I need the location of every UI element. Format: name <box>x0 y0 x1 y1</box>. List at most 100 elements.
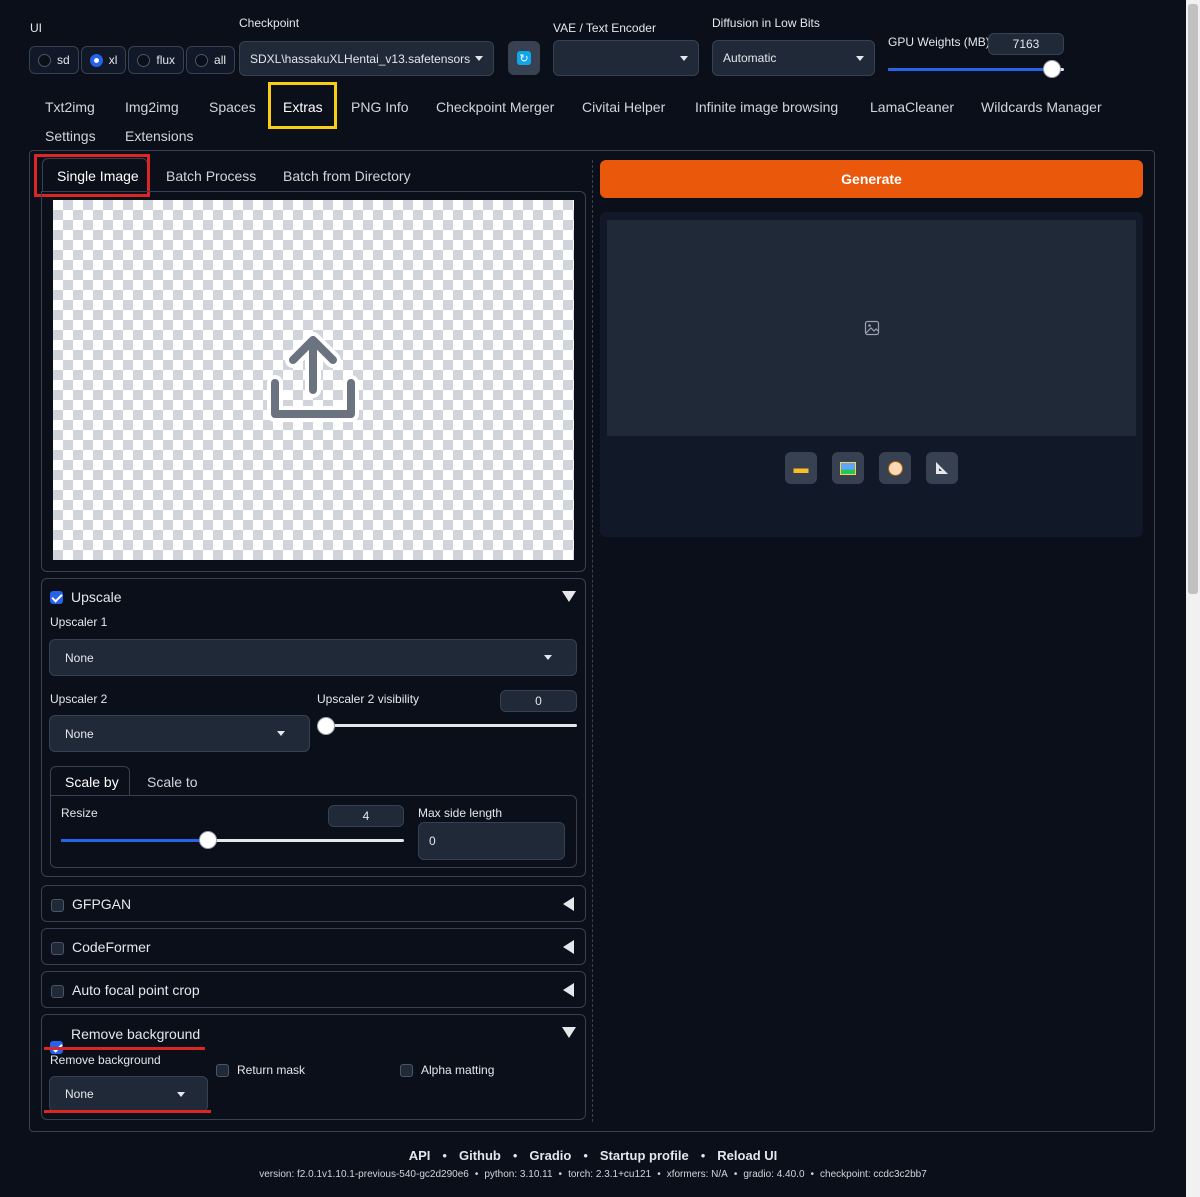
gradio-info: gradio: 4.40.0 <box>743 1169 805 1180</box>
radio-indicator <box>137 53 151 67</box>
tab-civitai-helper[interactable]: Civitai Helper <box>582 99 665 115</box>
folder-icon[interactable]: ▬ <box>785 452 817 484</box>
chevron-down-icon <box>475 56 483 61</box>
scrollbar-thumb[interactable] <box>1188 4 1198 594</box>
tab-png-info[interactable]: PNG Info <box>351 99 409 115</box>
subtab-batch-from-directory[interactable]: Batch from Directory <box>283 168 411 184</box>
remove-background-dropdown[interactable]: None <box>49 1076 208 1112</box>
gpu-weights-track[interactable] <box>888 68 1064 71</box>
expand-triangle-icon[interactable] <box>563 897 574 911</box>
footer-link-gradio[interactable]: Gradio <box>529 1148 571 1163</box>
gpu-weights-label: GPU Weights (MB) <box>888 35 990 49</box>
tab-img2img[interactable]: Img2img <box>125 99 179 115</box>
diffusion-value: Automatic <box>723 51 777 65</box>
gfpgan-checkbox[interactable] <box>51 899 64 912</box>
tab-wildcards-manager[interactable]: Wildcards Manager <box>981 99 1102 115</box>
checkpoint-label: Checkpoint <box>239 16 300 30</box>
red-underline <box>44 1110 211 1113</box>
upscaler2-visibility-label: Upscaler 2 visibility <box>317 692 420 706</box>
upscaler2-visibility-input[interactable]: 0 <box>500 690 577 712</box>
refresh-button[interactable]: ↻ <box>508 41 540 75</box>
upscaler2-visibility-slider-handle[interactable] <box>317 717 335 735</box>
footer-links: API • Github • Gradio • Startup profile … <box>0 1148 1186 1163</box>
upscaler1-dropdown[interactable]: None <box>49 639 577 676</box>
max-side-length-input[interactable]: 0 <box>418 822 565 860</box>
diffusion-dropdown[interactable]: Automatic <box>712 40 875 76</box>
ui-radio-xl[interactable]: xl <box>80 46 127 74</box>
output-gallery[interactable] <box>607 220 1136 436</box>
upload-icon <box>267 332 359 422</box>
radio-label: xl <box>108 53 118 67</box>
resize-track[interactable] <box>61 839 404 842</box>
gpu-weights-slider-handle[interactable] <box>1042 60 1061 78</box>
return-mask-label: Return mask <box>237 1063 306 1077</box>
footer-separator: • <box>512 1148 518 1163</box>
scrollbar[interactable] <box>1186 0 1200 1197</box>
gpu-weights-input[interactable]: 7163 <box>988 33 1064 55</box>
footer-link-github[interactable]: Github <box>459 1148 501 1163</box>
remove-background-value: None <box>65 1087 94 1101</box>
tab-scale-by[interactable]: Scale by <box>65 774 119 790</box>
expand-triangle-icon[interactable] <box>563 983 574 997</box>
image-dropzone[interactable] <box>53 200 574 560</box>
generate-button[interactable]: Generate <box>600 160 1143 198</box>
version-info: version: f2.0.1v1.10.1-previous-540-gc2d… <box>259 1169 469 1180</box>
refresh-icon: ↻ <box>517 51 531 65</box>
footer-versions: version: f2.0.1v1.10.1-previous-540-gc2d… <box>0 1169 1186 1180</box>
torch-info: torch: 2.3.1+cu121 <box>568 1169 652 1180</box>
gpu-weights-fill <box>888 68 1052 71</box>
upscaler2-dropdown[interactable]: None <box>49 715 310 752</box>
auto-focal-crop-title: Auto focal point crop <box>72 982 200 998</box>
tab-extensions[interactable]: Extensions <box>125 128 193 144</box>
xformers-info: xformers: N/A <box>666 1169 728 1180</box>
radio-label: sd <box>57 53 70 67</box>
footer-separator: • <box>733 1169 738 1180</box>
collapse-triangle-icon[interactable] <box>562 591 576 602</box>
ui-radio-all[interactable]: all <box>186 46 236 74</box>
radio-indicator <box>89 53 103 67</box>
upscaler2-label: Upscaler 2 <box>50 692 108 706</box>
checkpoint-dropdown[interactable]: SDXL\hassakuXLHentai_v13.safetensors <box>239 41 494 76</box>
chevron-down-icon <box>277 731 285 736</box>
alpha-matting-checkbox[interactable] <box>400 1064 413 1077</box>
upscale-checkbox[interactable] <box>50 591 63 604</box>
remove-background-dropdown-label: Remove background <box>50 1053 161 1067</box>
tab-spaces[interactable]: Spaces <box>209 99 256 115</box>
return-mask-checkbox[interactable] <box>216 1064 229 1077</box>
auto-focal-crop-checkbox[interactable] <box>51 985 64 998</box>
chevron-down-icon <box>544 655 552 660</box>
ui-radio-flux[interactable]: flux <box>128 46 185 74</box>
tab-scale-to[interactable]: Scale to <box>147 774 198 790</box>
vae-dropdown[interactable] <box>553 40 699 76</box>
footer-separator: • <box>558 1169 563 1180</box>
footer-link-api[interactable]: API <box>409 1148 431 1163</box>
footer-separator: • <box>810 1169 815 1180</box>
expand-triangle-icon[interactable] <box>563 940 574 954</box>
alpha-matting-label: Alpha matting <box>421 1063 495 1077</box>
resize-input[interactable]: 4 <box>328 805 404 827</box>
footer-separator: • <box>583 1148 588 1163</box>
ui-radio-sd[interactable]: sd <box>29 46 79 74</box>
tab-lamacleaner[interactable]: LamaCleaner <box>870 99 954 115</box>
image-icon[interactable] <box>832 452 864 484</box>
chevron-down-icon <box>177 1091 185 1097</box>
remove-background-title: Remove background <box>71 1026 201 1042</box>
tab-txt2img[interactable]: Txt2img <box>45 99 95 115</box>
max-side-length-label: Max side length <box>418 806 503 820</box>
codeformer-section: CodeFormer <box>41 928 586 965</box>
palette-icon[interactable] <box>879 452 911 484</box>
upscale-title: Upscale <box>71 589 122 605</box>
python-info: python: 3.10.11 <box>484 1169 553 1180</box>
subtab-batch-process[interactable]: Batch Process <box>166 168 256 184</box>
footer-link-reload-ui[interactable]: Reload UI <box>717 1148 777 1163</box>
tab-checkpoint-merger[interactable]: Checkpoint Merger <box>436 99 554 115</box>
collapse-triangle-icon[interactable] <box>562 1027 576 1038</box>
codeformer-checkbox[interactable] <box>51 942 64 955</box>
diffusion-label: Diffusion in Low Bits <box>712 16 820 30</box>
upscaler2-visibility-track[interactable] <box>317 724 577 727</box>
tab-settings[interactable]: Settings <box>45 128 96 144</box>
ruler-icon[interactable] <box>926 452 958 484</box>
footer-link-startup-profile[interactable]: Startup profile <box>600 1148 689 1163</box>
tab-infinite-image-browsing[interactable]: Infinite image browsing <box>695 99 838 115</box>
gfpgan-section: GFPGAN <box>41 885 586 922</box>
